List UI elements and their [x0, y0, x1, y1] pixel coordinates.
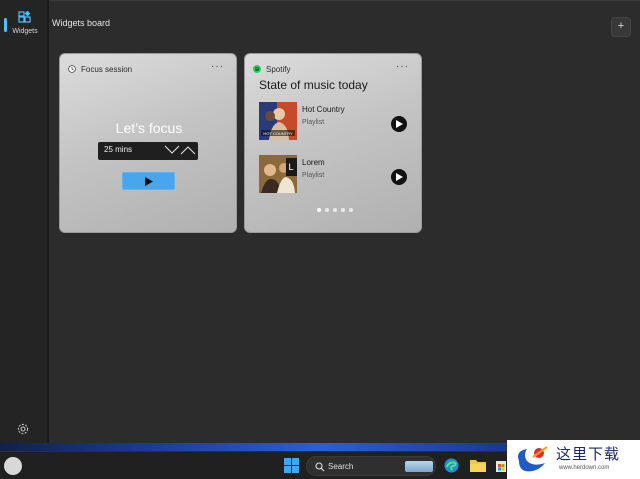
nav-item-widgets[interactable]: Widgets: [4, 8, 46, 42]
playlist-cover: L: [259, 155, 297, 193]
playlist-title: Hot Country: [302, 105, 345, 114]
store-icon[interactable]: [496, 458, 506, 472]
playlist-type: Playlist: [302, 119, 325, 126]
widget-app-name: Spotify: [266, 64, 291, 74]
windows-start-icon[interactable]: [284, 458, 299, 473]
play-playlist-button[interactable]: [391, 169, 407, 185]
focus-session-widget: Focus session ··· Let’s focus 25 mins: [59, 53, 237, 233]
chevron-down-icon[interactable]: [164, 144, 196, 156]
duration-picker[interactable]: 25 mins: [98, 142, 198, 160]
focus-heading: Let’s focus: [115, 120, 183, 136]
add-widget-button[interactable]: +: [611, 17, 631, 37]
duration-value: 25 mins: [104, 145, 133, 154]
gear-icon[interactable]: [16, 422, 30, 436]
watermark-text: 这里下载: [556, 445, 621, 463]
watermark-logo: [518, 446, 548, 472]
file-explorer-icon[interactable]: [470, 458, 486, 472]
page-dot[interactable]: [341, 208, 345, 212]
spotify-heading: State of music today: [259, 78, 368, 92]
cover-caption: HOT COUNTRY: [263, 131, 293, 136]
search-icon: [315, 462, 325, 472]
playlist-item[interactable]: L Lorem Playlist: [259, 155, 414, 195]
widgets-icon: [18, 11, 31, 23]
widget-header: Focus session: [68, 63, 132, 75]
spotify-widget: Spotify ··· State of music today HOT COU…: [244, 53, 422, 233]
more-options-button[interactable]: ···: [396, 62, 409, 72]
page-dot[interactable]: [349, 208, 353, 212]
spotify-icon: [253, 65, 261, 73]
nav-item-label: Widgets: [12, 28, 38, 35]
desktop: Widgets Widgets board + Focus session ··…: [0, 0, 640, 479]
search-highlight-image: [405, 461, 433, 472]
widget-header: Spotify: [253, 63, 290, 75]
playlist-cover: HOT COUNTRY: [259, 102, 297, 140]
cover-caption: L: [288, 162, 293, 172]
taskbar-search-box[interactable]: Search: [306, 456, 436, 476]
play-playlist-button[interactable]: [391, 116, 407, 132]
watermark-url: www.herdown.com: [559, 465, 610, 471]
play-icon: [396, 120, 403, 128]
page-dot[interactable]: [333, 208, 337, 212]
page-dot[interactable]: [317, 208, 321, 212]
edge-icon[interactable]: [444, 458, 459, 473]
watermark: 这里下载 www.herdown.com: [507, 440, 640, 479]
playlist-type: Playlist: [302, 172, 325, 179]
board-title: Widgets board: [52, 18, 111, 28]
widgets-board: Widgets board + Focus session ··· Let’s …: [49, 0, 640, 443]
more-options-button[interactable]: ···: [211, 62, 224, 72]
play-icon: [145, 177, 153, 186]
widgets-nav-rail: Widgets: [0, 0, 48, 443]
start-focus-button[interactable]: [122, 172, 175, 190]
playlist-title: Lorem: [302, 158, 325, 167]
page-dot[interactable]: [325, 208, 329, 212]
widget-app-name: Focus session: [81, 64, 133, 74]
clock-icon: [68, 65, 76, 73]
play-icon: [396, 173, 403, 181]
search-placeholder: Search: [328, 462, 354, 471]
playlist-item[interactable]: HOT COUNTRY Hot Country Playlist: [259, 102, 414, 142]
page-indicator: [317, 208, 353, 212]
weather-icon[interactable]: [4, 457, 22, 475]
